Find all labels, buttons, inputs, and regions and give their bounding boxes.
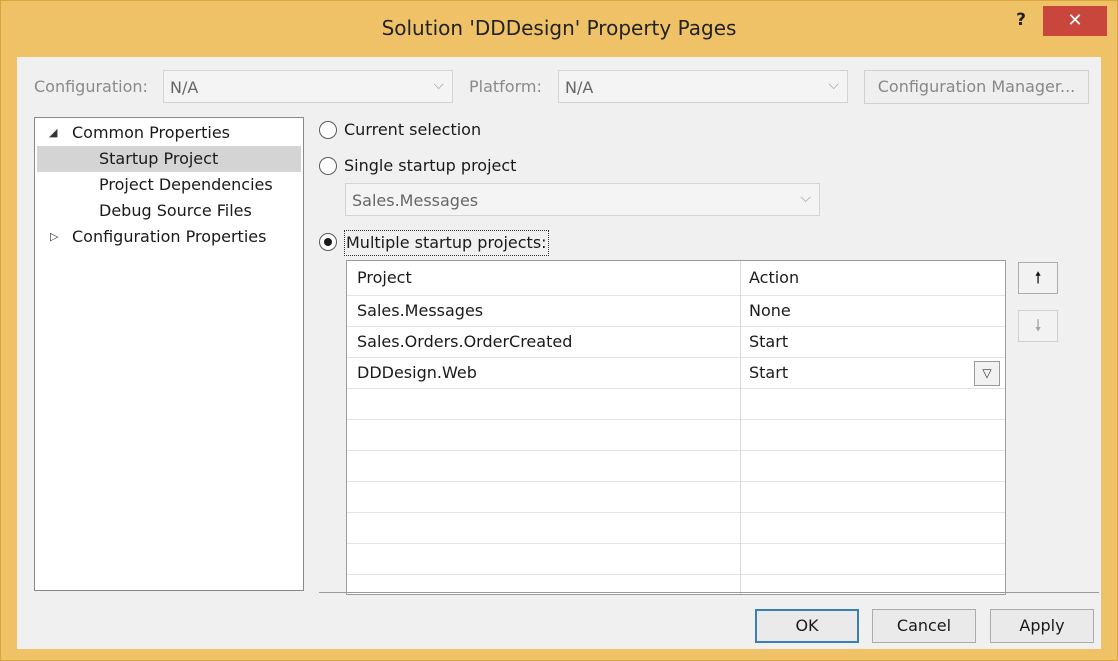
close-icon: ✕ xyxy=(1067,10,1083,31)
tree-item-common-properties[interactable]: ◢ Common Properties xyxy=(35,120,303,146)
tree-item-startup-project[interactable]: Startup Project xyxy=(37,146,301,172)
project-cell: Sales.Orders.OrderCreated xyxy=(357,332,573,351)
tree-item-label: Debug Source Files xyxy=(99,201,252,220)
tree-item-label: Common Properties xyxy=(72,123,231,142)
radio-button-icon[interactable] xyxy=(319,233,337,251)
platform-combo: N/A ⌵ xyxy=(558,70,848,103)
table-row-empty xyxy=(347,544,1005,575)
property-pages-window: Solution 'DDDesign' Property Pages ? ✕ C… xyxy=(0,0,1118,661)
chevron-down-icon: ⌵ xyxy=(433,77,444,93)
close-button[interactable]: ✕ xyxy=(1043,6,1107,36)
action-cell[interactable]: None xyxy=(749,296,791,326)
radio-button-icon[interactable] xyxy=(319,157,337,175)
radio-multiple-startup-label: Multiple startup projects: xyxy=(344,230,549,256)
chevron-down-icon: ⌵ xyxy=(828,77,839,93)
table-row-empty xyxy=(347,389,1005,420)
dialog-client-area: Configuration: N/A ⌵ Platform: N/A ⌵ Con… xyxy=(17,57,1101,649)
separator-line xyxy=(319,592,1099,593)
collapse-triangle-icon[interactable]: ◢ xyxy=(49,120,57,146)
radio-checked-dot xyxy=(324,238,332,246)
radio-button-icon[interactable] xyxy=(319,121,337,139)
tree-item-label: Configuration Properties xyxy=(72,227,267,246)
project-cell: DDDesign.Web xyxy=(357,363,477,382)
chevron-down-icon: ⌵ xyxy=(800,190,811,206)
radio-multiple-startup[interactable]: Multiple startup projects: xyxy=(319,230,569,256)
action-dropdown-button[interactable]: ▽ xyxy=(974,361,1000,386)
platform-value: N/A xyxy=(565,78,594,97)
radio-single-startup[interactable]: Single startup project xyxy=(319,154,569,178)
column-header-project[interactable]: Project xyxy=(357,263,412,293)
grid-header-row: Project Action xyxy=(347,261,1005,296)
ok-button[interactable]: OK xyxy=(755,609,859,643)
configuration-combo: N/A ⌵ xyxy=(163,70,453,103)
title-bar: Solution 'DDDesign' Property Pages ? ✕ xyxy=(1,1,1117,56)
expand-triangle-icon[interactable]: ▷ xyxy=(50,224,58,250)
tree-item-label: Project Dependencies xyxy=(99,175,273,194)
window-title: Solution 'DDDesign' Property Pages xyxy=(381,16,737,40)
configuration-manager-button[interactable]: Configuration Manager... xyxy=(864,70,1089,104)
table-row-empty xyxy=(347,451,1005,482)
tree-item-debug-source-files[interactable]: Debug Source Files xyxy=(35,198,303,224)
configuration-label: Configuration: xyxy=(34,77,148,96)
cancel-button[interactable]: Cancel xyxy=(872,609,976,643)
startup-projects-grid: Project Action Sales.Messages None Sales… xyxy=(346,260,1006,595)
table-row[interactable]: DDDesign.Web Start ▽ xyxy=(347,358,1005,389)
move-down-button[interactable]: 🠗 xyxy=(1018,310,1058,342)
radio-current-selection-label: Current selection xyxy=(344,120,482,139)
table-row-empty xyxy=(347,420,1005,451)
platform-label: Platform: xyxy=(469,77,542,96)
table-row[interactable]: Sales.Messages None xyxy=(347,296,1005,327)
move-up-button[interactable]: 🠕 xyxy=(1018,262,1058,294)
apply-button[interactable]: Apply xyxy=(990,609,1094,643)
radio-current-selection[interactable]: Current selection xyxy=(319,118,569,142)
chevron-down-icon: ▽ xyxy=(982,366,992,380)
arrow-down-icon: 🠗 xyxy=(1034,316,1042,335)
project-cell: Sales.Messages xyxy=(357,301,484,320)
single-startup-combo: Sales.Messages ⌵ xyxy=(345,183,820,216)
table-row-empty xyxy=(347,482,1005,513)
column-header-action[interactable]: Action xyxy=(749,263,799,293)
configuration-value: N/A xyxy=(170,78,199,97)
tree-item-project-dependencies[interactable]: Project Dependencies xyxy=(35,172,303,198)
property-tree: ◢ Common Properties Startup Project Proj… xyxy=(34,117,304,591)
tree-item-configuration-properties[interactable]: ▷ Configuration Properties xyxy=(35,224,303,250)
arrow-up-icon: 🠕 xyxy=(1034,268,1042,287)
action-cell[interactable]: Start xyxy=(749,327,788,357)
radio-single-startup-label: Single startup project xyxy=(344,156,517,175)
tree-item-label: Startup Project xyxy=(99,149,219,168)
single-startup-value: Sales.Messages xyxy=(352,191,479,210)
action-cell[interactable]: Start xyxy=(749,358,788,388)
help-button[interactable]: ? xyxy=(1007,7,1035,33)
table-row[interactable]: Sales.Orders.OrderCreated Start xyxy=(347,327,1005,358)
table-row-empty xyxy=(347,513,1005,544)
